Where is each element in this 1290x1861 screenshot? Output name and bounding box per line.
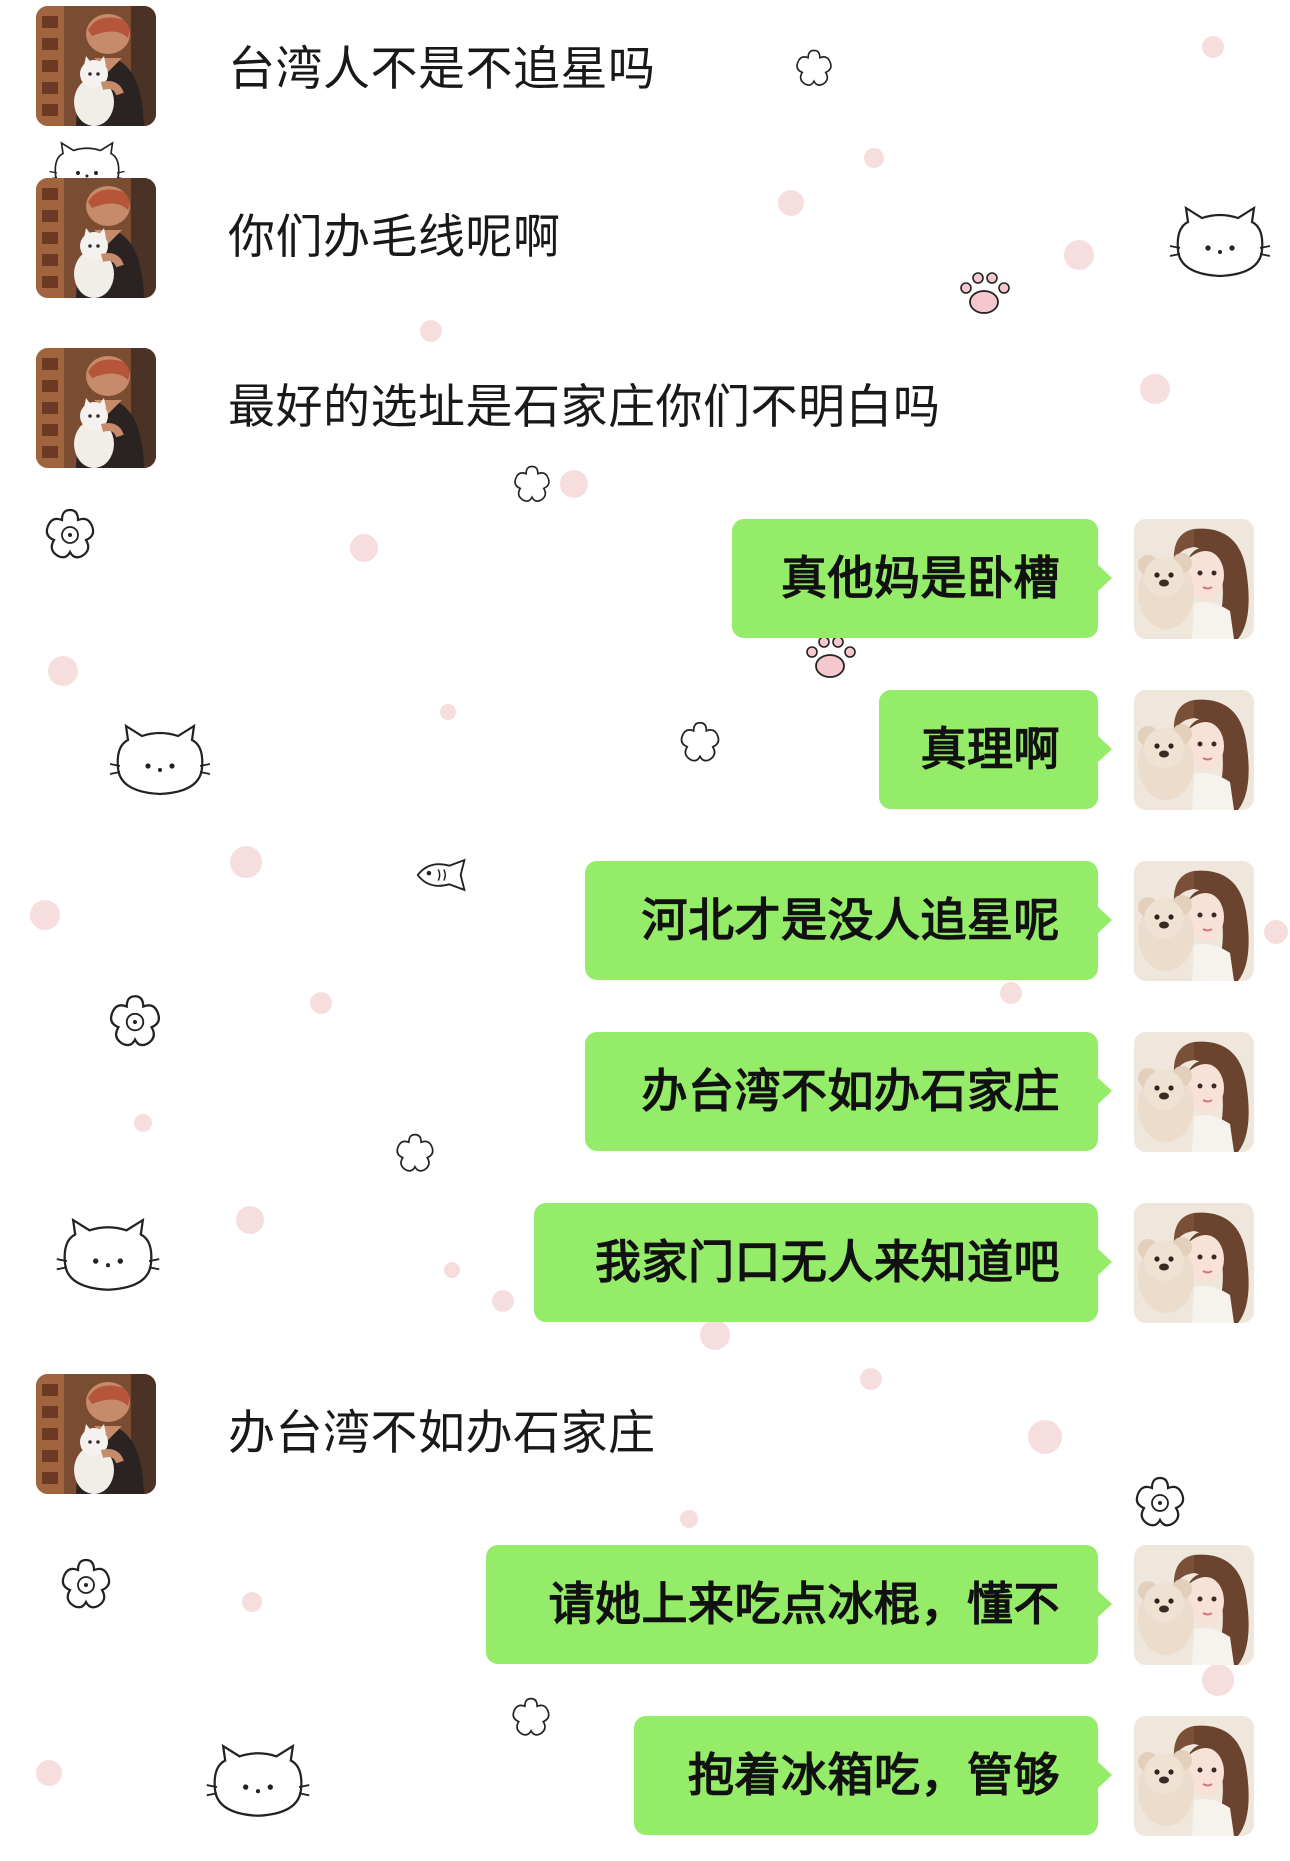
message-text: 真理啊 [920, 722, 1060, 776]
bubble-tail [1097, 1590, 1112, 1618]
message-bubble[interactable]: 我家门口无人来知道吧 [534, 1203, 1112, 1322]
self-avatar[interactable] [1134, 1032, 1254, 1152]
message-row: 我家门口无人来知道吧 [0, 1203, 1290, 1323]
message-row: 请她上来吃点冰棍，懂不 [0, 1545, 1290, 1665]
message-bubble[interactable]: 办台湾不如办石家庄 [585, 1032, 1112, 1151]
girl-with-teddy-bear-avatar-icon [1134, 1545, 1254, 1665]
pink-dot [560, 470, 588, 498]
bubble-tail [1097, 1077, 1112, 1105]
message-text[interactable]: 你们办毛线呢啊 [228, 208, 561, 268]
contact-avatar[interactable] [36, 6, 156, 126]
pink-dot [864, 148, 884, 168]
pink-dot [1202, 1664, 1234, 1696]
self-avatar[interactable] [1134, 1545, 1254, 1665]
message-text: 我家门口无人来知道吧 [595, 1235, 1060, 1289]
message-row: 河北才是没人追星呢 [0, 861, 1290, 981]
message-bubble[interactable]: 真他妈是卧槽 [732, 519, 1112, 638]
person-with-cat-avatar-icon [36, 178, 156, 298]
message-bubble[interactable]: 抱着冰箱吃，管够 [634, 1716, 1112, 1835]
message-row: 抱着冰箱吃，管够 [0, 1716, 1290, 1836]
message-text: 请她上来吃点冰棍，懂不 [548, 1577, 1060, 1631]
self-avatar[interactable] [1134, 519, 1254, 639]
flower-icon [510, 462, 554, 506]
self-avatar[interactable] [1134, 1716, 1254, 1836]
pink-dot [420, 320, 442, 342]
message-row: 台湾人不是不追星吗 [0, 6, 1290, 126]
person-with-cat-avatar-icon [36, 348, 156, 468]
girl-with-teddy-bear-avatar-icon [1134, 1716, 1254, 1836]
bubble-tail [1097, 1248, 1112, 1276]
girl-with-teddy-bear-avatar-icon [1134, 1032, 1254, 1152]
message-text: 抱着冰箱吃，管够 [688, 1748, 1060, 1802]
person-with-cat-avatar-icon [36, 1374, 156, 1494]
girl-with-teddy-bear-avatar-icon [1134, 861, 1254, 981]
message-row: 真理啊 [0, 690, 1290, 810]
message-text: 河北才是没人追星呢 [641, 893, 1060, 947]
bubble-tail [1097, 1761, 1112, 1789]
bubble-tail [1097, 906, 1112, 934]
contact-avatar[interactable] [36, 1374, 156, 1494]
person-with-cat-avatar-icon [36, 6, 156, 126]
message-text[interactable]: 台湾人不是不追星吗 [228, 40, 656, 100]
contact-avatar[interactable] [36, 178, 156, 298]
self-avatar[interactable] [1134, 1203, 1254, 1323]
pink-dot [680, 1510, 698, 1528]
message-bubble[interactable]: 河北才是没人追星呢 [585, 861, 1112, 980]
girl-with-teddy-bear-avatar-icon [1134, 690, 1254, 810]
pink-dot [700, 1320, 730, 1350]
contact-avatar[interactable] [36, 348, 156, 468]
pink-dot [310, 992, 332, 1014]
self-avatar[interactable] [1134, 690, 1254, 810]
message-text[interactable]: 最好的选址是石家庄你们不明白吗 [228, 378, 941, 438]
self-avatar[interactable] [1134, 861, 1254, 981]
message-text: 真他妈是卧槽 [781, 551, 1060, 605]
girl-with-teddy-bear-avatar-icon [1134, 1203, 1254, 1323]
pink-dot [48, 656, 78, 686]
pink-dot [1000, 982, 1022, 1004]
message-text[interactable]: 办台湾不如办石家庄 [228, 1404, 656, 1464]
paw-print-icon [800, 632, 860, 682]
message-row: 你们办毛线呢啊 [0, 178, 1290, 298]
message-row: 办台湾不如办石家庄 [0, 1374, 1290, 1494]
message-row: 最好的选址是石家庄你们不明白吗 [0, 348, 1290, 468]
girl-with-teddy-bear-avatar-icon [1134, 519, 1254, 639]
chat-message-list[interactable]: 台湾人不是不追星吗 你们办毛线呢啊 最好的选址是石家庄你们不明白吗 真他妈是卧槽… [0, 0, 1290, 1861]
message-bubble[interactable]: 真理啊 [879, 690, 1112, 809]
message-row: 办台湾不如办石家庄 [0, 1032, 1290, 1152]
bubble-tail [1097, 564, 1112, 592]
bubble-tail [1097, 735, 1112, 763]
message-row: 真他妈是卧槽 [0, 519, 1290, 639]
message-text: 办台湾不如办石家庄 [641, 1064, 1060, 1118]
message-bubble[interactable]: 请她上来吃点冰棍，懂不 [486, 1545, 1112, 1664]
